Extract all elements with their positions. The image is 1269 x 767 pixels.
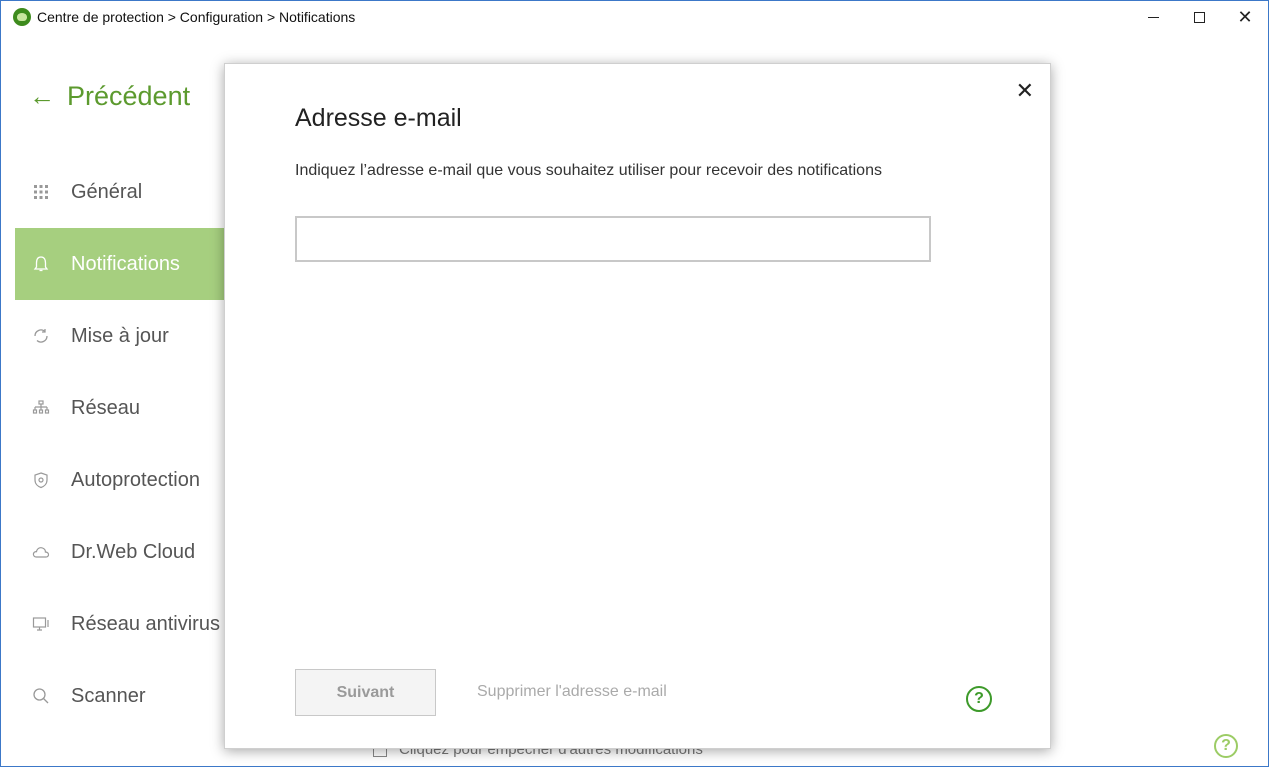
- close-window-button[interactable]: ✕: [1222, 1, 1268, 33]
- drweb-logo-icon: [13, 8, 31, 26]
- help-icon[interactable]: ?: [1214, 734, 1238, 758]
- sidebar-item-label: Réseau: [71, 396, 140, 419]
- sidebar-item-label: Autoprotection: [71, 468, 200, 491]
- dialog-description: Indiquez l’adresse e-mail que vous souha…: [295, 162, 882, 179]
- dialog-help-icon[interactable]: ?: [966, 686, 992, 712]
- remove-email-link[interactable]: Supprimer l'adresse e-mail: [477, 683, 667, 701]
- title-bar: Centre de protection > Configuration > N…: [1, 1, 1268, 33]
- sidebar-item-antivirus-network[interactable]: Réseau antivirus: [11, 588, 231, 660]
- window-title: Centre de protection > Configuration > N…: [37, 9, 356, 25]
- dialog-title: Adresse e-mail: [295, 104, 462, 132]
- cloud-icon: [31, 542, 51, 562]
- minimize-button[interactable]: [1130, 1, 1176, 33]
- maximize-button[interactable]: [1176, 1, 1222, 33]
- arrow-left-icon: ←: [29, 81, 55, 111]
- monitor-icon: [31, 614, 51, 634]
- email-dialog: ✕ Adresse e-mail Indiquez l’adresse e-ma…: [224, 63, 1051, 749]
- sidebar-item-scanner[interactable]: Scanner: [11, 660, 231, 732]
- email-field[interactable]: [295, 216, 931, 262]
- refresh-icon: [31, 326, 51, 346]
- grid-icon: [31, 182, 51, 202]
- back-label: Précédent: [67, 81, 191, 111]
- sidebar-item-update[interactable]: Mise à jour: [11, 300, 231, 372]
- sidebar-item-label: Scanner: [71, 684, 146, 707]
- sidebar-item-label: Notifications: [71, 252, 180, 275]
- close-dialog-button[interactable]: ✕: [1016, 78, 1034, 104]
- next-button[interactable]: Suivant: [295, 669, 436, 716]
- sidebar-item-label: Dr.Web Cloud: [71, 540, 196, 563]
- sidebar-item-label: Général: [71, 180, 143, 203]
- sidebar: ← Précédent Général Notifications Mise à…: [1, 33, 231, 766]
- sidebar-item-general[interactable]: Général: [11, 156, 231, 228]
- sidebar-item-network[interactable]: Réseau: [11, 372, 231, 444]
- search-icon: [31, 686, 51, 706]
- sidebar-item-label: Mise à jour: [71, 324, 169, 347]
- sidebar-item-label: Réseau antivirus: [71, 612, 220, 635]
- sidebar-item-cloud[interactable]: Dr.Web Cloud: [11, 516, 231, 588]
- sidebar-item-notifications[interactable]: Notifications: [11, 228, 231, 300]
- network-icon: [31, 398, 51, 418]
- app-window: Centre de protection > Configuration > N…: [0, 0, 1269, 767]
- window-controls: ✕: [1130, 1, 1268, 33]
- bell-icon: [31, 254, 51, 274]
- sidebar-item-selfprotection[interactable]: Autoprotection: [11, 444, 231, 516]
- back-button[interactable]: ← Précédent: [29, 81, 190, 112]
- shield-icon: [31, 470, 51, 490]
